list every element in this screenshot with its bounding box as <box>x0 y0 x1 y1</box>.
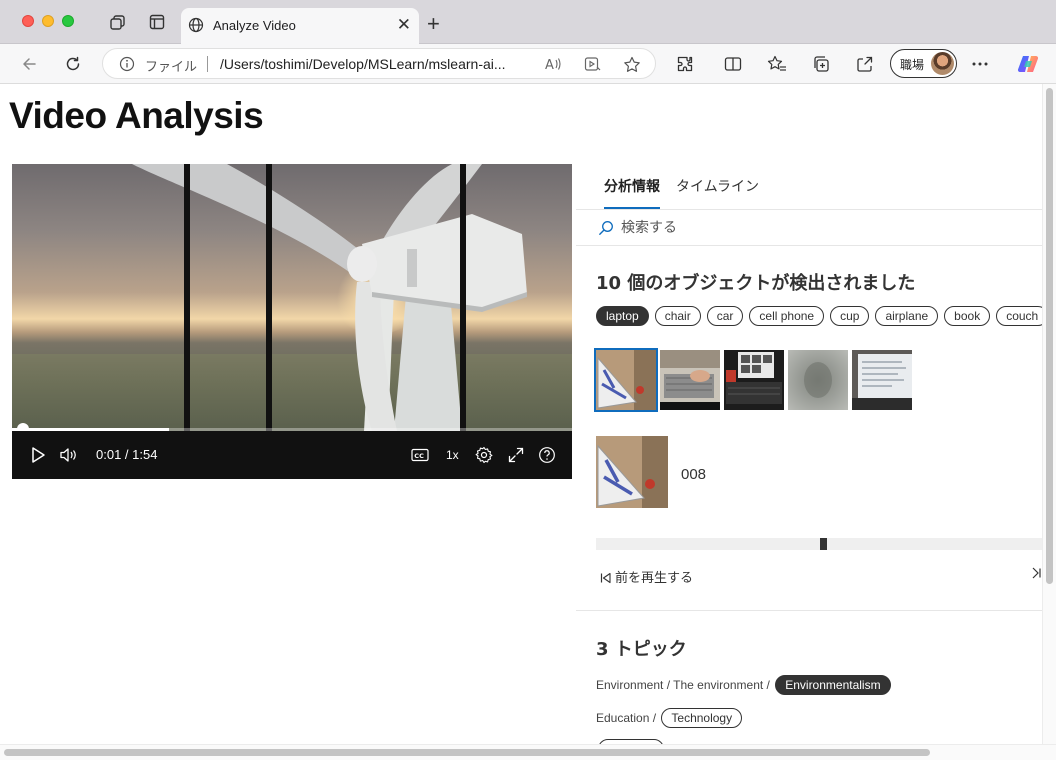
object-chip-list: laptop chair car cell phone cup airplane book c… <box>596 306 1042 326</box>
fullscreen-icon[interactable] <box>506 445 526 465</box>
object-chip-airplane[interactable]: airplane <box>875 306 939 326</box>
page-content: Video Analysis 0:01 / 1:54 CC 1x 分析情報 タイ… <box>0 84 1042 744</box>
address-protocol: ファイル <box>145 59 198 74</box>
share-icon[interactable] <box>855 54 875 74</box>
closed-captions-icon[interactable]: CC <box>410 445 430 465</box>
topic-chip-technology[interactable]: Technology <box>661 708 743 728</box>
tab-timeline[interactable]: タイムライン <box>676 176 759 196</box>
play-previous-button[interactable]: 前を再生する <box>600 567 693 586</box>
collections-icon[interactable] <box>811 54 831 74</box>
skip-previous-icon <box>600 572 611 584</box>
video-frame[interactable] <box>12 164 572 431</box>
profile-button[interactable]: 職場 <box>890 49 957 78</box>
browser-toolbar: ファイル /Users/toshimi/Develop/MSLearn/msle… <box>0 44 1056 84</box>
volume-icon[interactable] <box>58 445 80 465</box>
video-controls: 0:01 / 1:54 CC 1x <box>12 431 572 479</box>
back-icon[interactable] <box>18 53 40 75</box>
play-previous-label: 前を再生する <box>615 571 694 586</box>
tab-title: Analyze Video <box>213 18 296 33</box>
object-thumbnail[interactable] <box>788 350 848 410</box>
play-next-icon[interactable] <box>1032 567 1042 582</box>
object-chip-cell-phone[interactable]: cell phone <box>749 306 825 326</box>
vertical-scrollbar[interactable] <box>1042 84 1056 744</box>
extensions-icon[interactable] <box>675 54 695 74</box>
globe-icon <box>188 17 204 38</box>
browser-titlebar: Analyze Video ✕ + <box>0 0 1056 44</box>
object-chip-cup[interactable]: cup <box>830 306 870 326</box>
search-input[interactable] <box>621 218 921 238</box>
object-thumbnail[interactable] <box>594 348 658 412</box>
topic-row: Environment / The environment / Environm… <box>596 675 897 695</box>
help-icon[interactable] <box>537 445 557 465</box>
more-menu-icon[interactable] <box>970 54 990 74</box>
insights-panel: 分析情報 タイムライン 10 個のオブジェクトが検出されました laptopch… <box>576 164 1042 744</box>
svg-text:CC: CC <box>414 452 424 460</box>
workspaces-icon[interactable] <box>107 12 127 32</box>
info-icon[interactable] <box>119 56 135 77</box>
copilot-icon[interactable] <box>1016 53 1040 75</box>
topic-row: Education / Technology <box>596 708 748 728</box>
tab-actions-icon[interactable] <box>147 12 167 32</box>
video-player[interactable]: 0:01 / 1:54 CC 1x <box>12 164 572 479</box>
immersive-reader-icon[interactable] <box>584 56 602 77</box>
playback-speed-button[interactable]: 1x <box>446 448 459 462</box>
object-appearance-timeline[interactable] <box>596 538 1042 550</box>
topic-chip-environmentalism[interactable]: Environmentalism <box>775 675 891 695</box>
object-instance-id: 008 <box>681 466 707 483</box>
object-chip-chair[interactable]: chair <box>654 306 701 326</box>
address-separator <box>207 56 208 72</box>
split-screen-icon[interactable] <box>723 54 743 74</box>
appearance-marker[interactable] <box>820 538 827 550</box>
address-bar[interactable]: ファイル /Users/toshimi/Develop/MSLearn/msle… <box>102 48 656 79</box>
read-aloud-icon[interactable]: A <box>544 56 562 77</box>
wind-turbine-image <box>132 164 527 431</box>
page-title: Video Analysis <box>9 95 264 136</box>
object-chip-car[interactable]: car <box>706 306 744 326</box>
section-divider <box>576 610 1042 611</box>
video-time: 0:01 / 1:54 <box>96 447 158 462</box>
favorite-star-icon[interactable] <box>623 56 641 78</box>
object-chip-couch[interactable]: couch <box>996 306 1042 326</box>
zoom-window-button[interactable] <box>62 15 74 27</box>
object-thumbnail[interactable] <box>852 350 912 410</box>
profile-label: 職場 <box>900 58 925 72</box>
browser-tab-active[interactable]: Analyze Video ✕ <box>181 8 419 44</box>
svg-text:A: A <box>545 58 554 72</box>
avatar <box>931 52 954 75</box>
search-icon <box>598 220 614 241</box>
insights-tabs: 分析情報 タイムライン <box>576 164 1042 210</box>
address-url[interactable]: /Users/toshimi/Develop/MSLearn/mslearn-a… <box>220 56 506 72</box>
favorites-icon[interactable] <box>767 54 787 74</box>
horizontal-scrollbar[interactable] <box>0 744 1056 760</box>
tab-insights[interactable]: 分析情報 <box>604 176 660 196</box>
refresh-icon[interactable] <box>62 53 84 75</box>
close-tab-icon[interactable]: ✕ <box>397 16 411 34</box>
minimize-window-button[interactable] <box>42 15 54 27</box>
object-thumbnail[interactable] <box>724 350 784 410</box>
object-chip-laptop[interactable]: laptop <box>596 306 649 326</box>
selected-object-preview <box>596 436 668 508</box>
horizontal-scroll-thumb[interactable] <box>4 749 930 756</box>
topic-path: Education / <box>596 711 657 725</box>
search-box <box>576 210 1042 246</box>
settings-gear-icon[interactable] <box>474 445 494 465</box>
active-tab-indicator <box>604 207 660 209</box>
object-thumbnail[interactable] <box>660 350 720 410</box>
new-tab-button[interactable]: + <box>427 13 440 35</box>
objects-section-title: 10 個のオブジェクトが検出されました <box>596 273 916 294</box>
play-icon[interactable] <box>28 445 48 465</box>
topics-section-title: 3 トピック <box>596 639 687 660</box>
vertical-scroll-thumb[interactable] <box>1046 88 1053 584</box>
object-chip-book[interactable]: book <box>944 306 991 326</box>
topic-path: Environment / The environment / <box>596 678 770 692</box>
close-window-button[interactable] <box>22 15 34 27</box>
